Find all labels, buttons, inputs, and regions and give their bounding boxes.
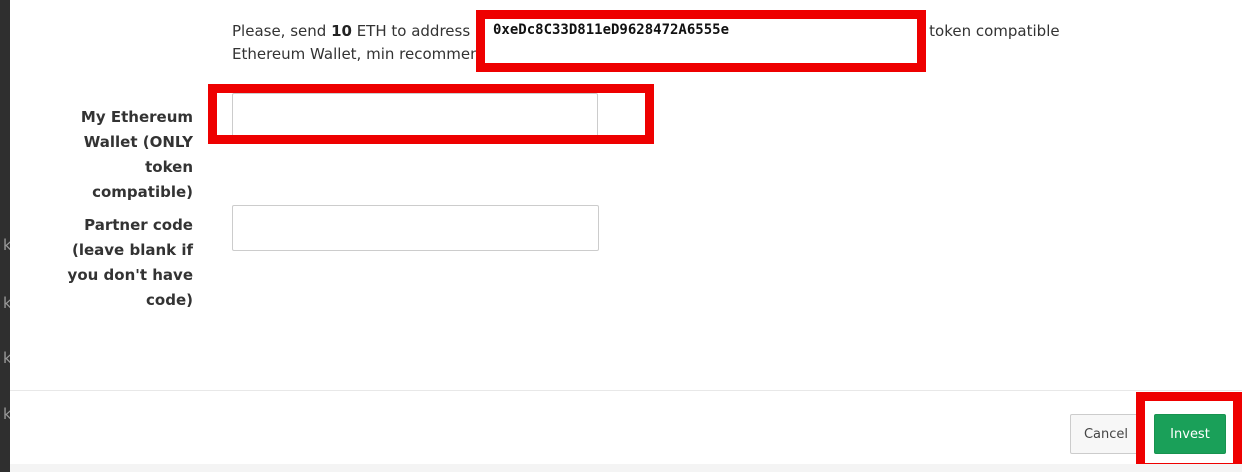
partner-code-label: Partner code (leave blank if you don't h… [67,216,193,309]
page: k k k k Please, send 10 ETH to address ON… [0,0,1242,472]
bottom-strip [10,464,1242,472]
partner-code-input[interactable] [232,205,599,251]
invest-button[interactable]: Invest [1154,414,1226,454]
eth-amount: 10 [331,22,352,40]
instructions-prefix: Please, send [232,22,332,40]
invest-modal: Please, send 10 ETH to address ONLY from … [10,0,1242,472]
footer-divider [10,390,1242,391]
wallet-label: My Ethereum Wallet (ONLY token compatibl… [80,108,193,201]
eth-address[interactable]: 0xeDc8C33D811eD9628472A6555e [476,10,926,72]
instructions-middle: ETH to address [351,22,471,40]
cancel-button[interactable]: Cancel [1070,414,1142,454]
wallet-input[interactable] [232,93,598,139]
